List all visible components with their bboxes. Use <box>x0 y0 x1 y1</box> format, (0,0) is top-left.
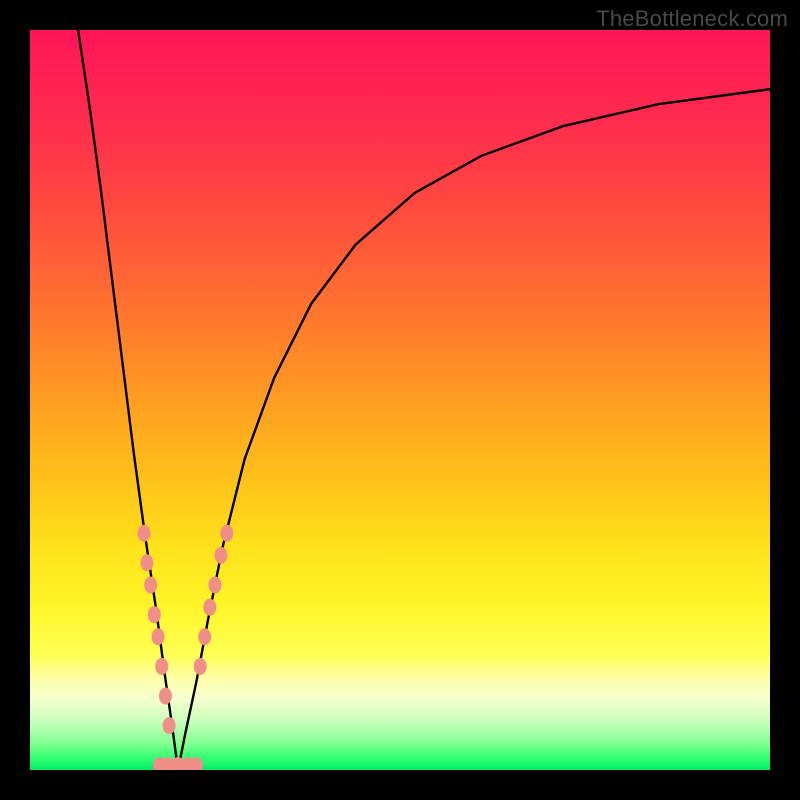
marker-dot <box>163 717 176 734</box>
marker-dot <box>203 599 216 616</box>
marker-dot <box>144 577 157 594</box>
marker-dot <box>198 628 211 645</box>
marker-dot <box>214 547 227 564</box>
marker-dot <box>194 658 207 675</box>
marker-dot <box>220 525 233 542</box>
marker-dot <box>209 577 222 594</box>
plot-svg <box>30 30 770 770</box>
marker-dot <box>190 757 203 770</box>
marker-dot <box>155 658 168 675</box>
curve-right-branch <box>178 89 770 770</box>
plot-area <box>30 30 770 770</box>
marker-dot <box>152 628 165 645</box>
watermark-text: TheBottleneck.com <box>596 6 788 32</box>
marker-dot <box>148 606 161 623</box>
marker-dot <box>140 554 153 571</box>
chart-frame: TheBottleneck.com <box>0 0 800 800</box>
marker-dot <box>159 688 172 705</box>
marker-dot <box>137 525 150 542</box>
